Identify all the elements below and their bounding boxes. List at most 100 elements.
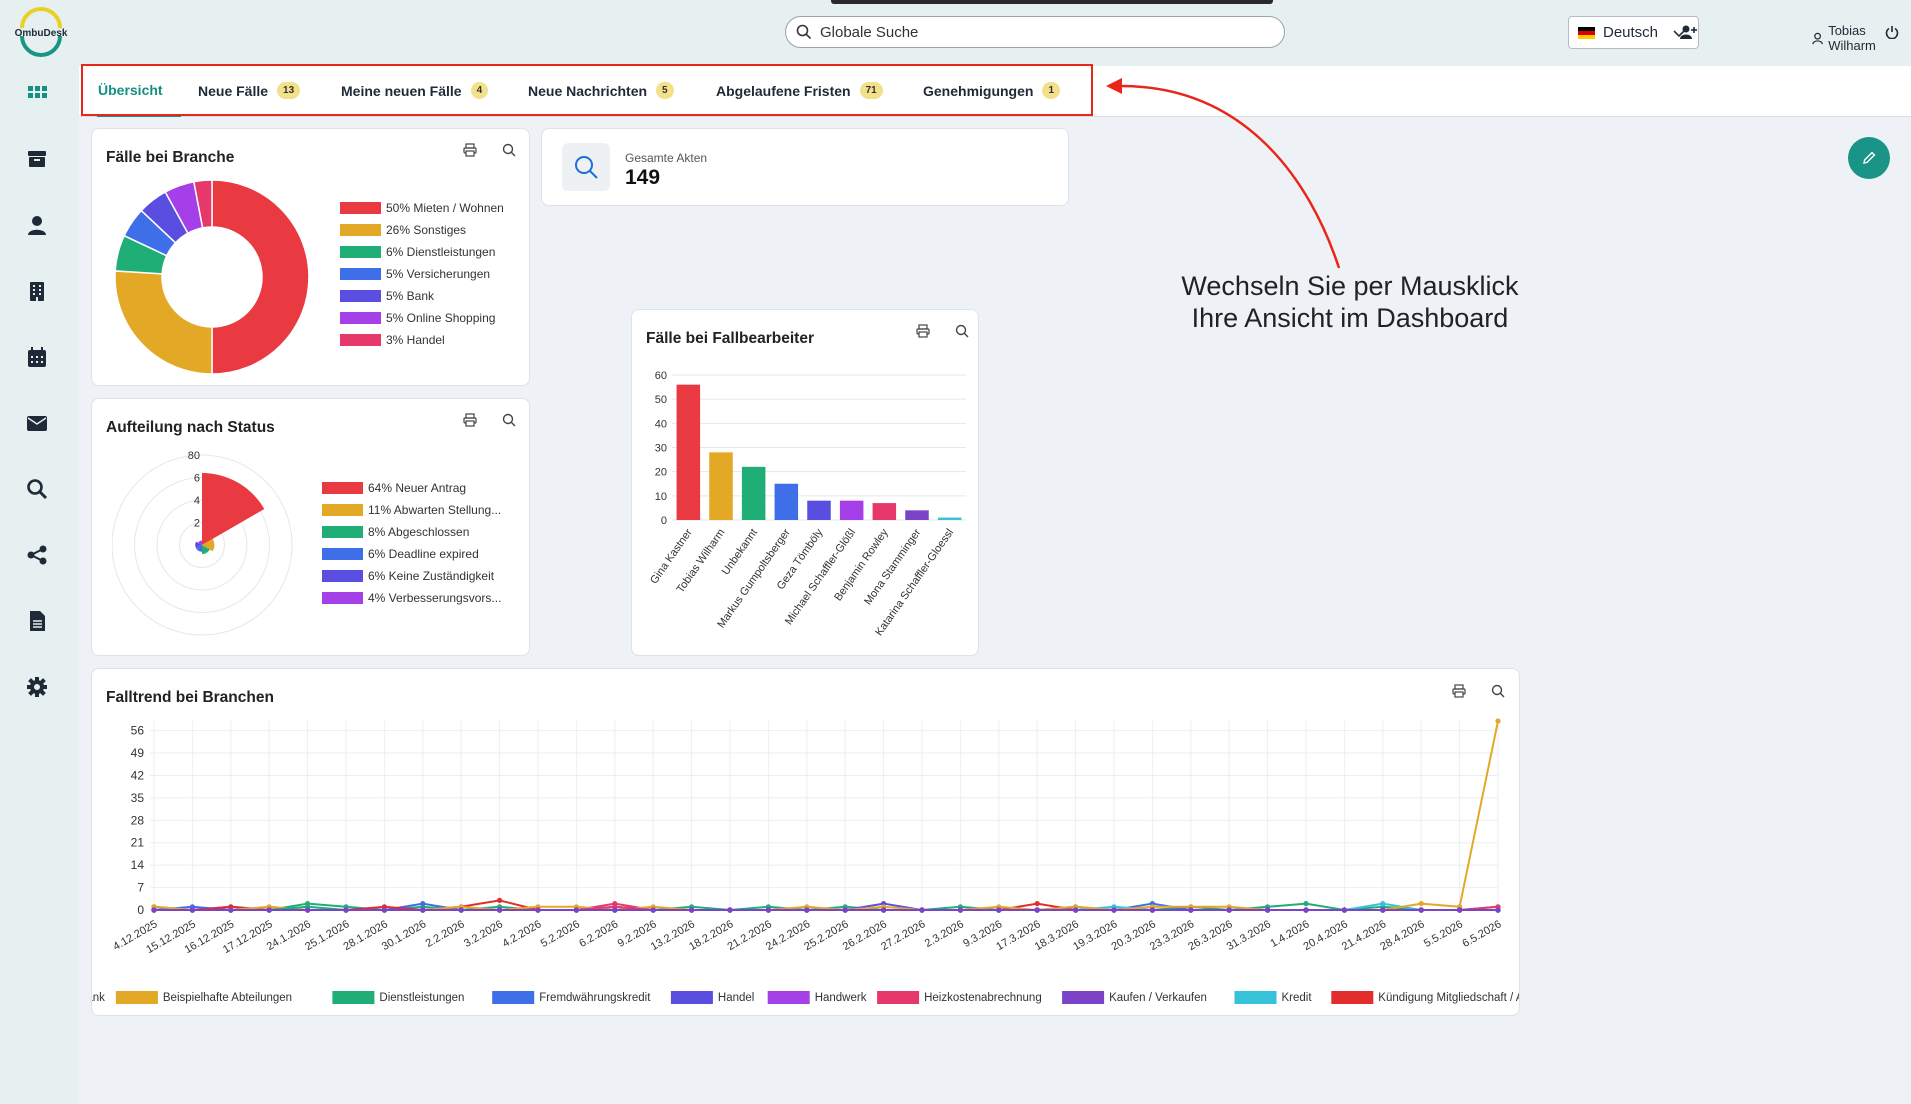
data-point[interactable] bbox=[996, 907, 1002, 913]
print-icon[interactable] bbox=[461, 141, 479, 159]
data-point[interactable] bbox=[1265, 907, 1271, 913]
legend-item[interactable]: Fremdwährungskredit bbox=[492, 991, 651, 1004]
data-point[interactable] bbox=[1303, 900, 1309, 907]
edit-button[interactable] bbox=[1848, 137, 1890, 179]
data-point[interactable] bbox=[1495, 718, 1501, 724]
add-user-icon[interactable] bbox=[1678, 22, 1698, 42]
legend-item[interactable]: 4% Verbesserungsvors... bbox=[322, 591, 501, 605]
legend-item[interactable]: Heizkostenabrechnung bbox=[877, 991, 1042, 1004]
data-point[interactable] bbox=[689, 907, 695, 913]
legend-item[interactable]: Kündigung Mitgliedschaft / Abo bbox=[1331, 991, 1519, 1004]
tab-genehmigungen[interactable]: Genehmigungen 1 bbox=[923, 82, 1061, 99]
data-point[interactable] bbox=[1418, 900, 1424, 907]
polar-slice[interactable] bbox=[202, 473, 265, 545]
data-point[interactable] bbox=[1034, 900, 1040, 907]
data-point[interactable] bbox=[1188, 907, 1194, 913]
zoom-icon[interactable] bbox=[1489, 682, 1507, 700]
data-point[interactable] bbox=[1034, 907, 1040, 913]
gear-icon[interactable] bbox=[24, 674, 50, 700]
data-point[interactable] bbox=[765, 907, 772, 913]
data-point[interactable] bbox=[420, 907, 426, 913]
data-point[interactable] bbox=[881, 907, 887, 913]
donut-slice[interactable] bbox=[114, 270, 213, 375]
legend-item[interactable]: Dienstleistungen bbox=[332, 991, 464, 1004]
data-point[interactable] bbox=[1073, 907, 1079, 913]
data-point[interactable] bbox=[612, 907, 618, 913]
data-point[interactable] bbox=[1341, 907, 1347, 913]
donut-slice[interactable] bbox=[211, 179, 310, 375]
legend-item[interactable]: Kaufen / Verkaufen bbox=[1062, 991, 1207, 1004]
data-point[interactable] bbox=[1457, 907, 1463, 913]
data-point[interactable] bbox=[189, 907, 195, 913]
building-icon[interactable] bbox=[24, 278, 50, 304]
power-icon[interactable] bbox=[1882, 22, 1902, 42]
search-icon[interactable] bbox=[24, 476, 50, 502]
data-point[interactable] bbox=[458, 907, 464, 913]
tab-uebersicht[interactable]: Übersicht bbox=[98, 82, 163, 98]
zoom-icon[interactable] bbox=[953, 322, 971, 340]
data-point[interactable] bbox=[266, 907, 272, 913]
data-point[interactable] bbox=[151, 907, 157, 913]
zoom-icon[interactable] bbox=[500, 141, 518, 159]
archive-icon[interactable] bbox=[24, 146, 50, 172]
data-point[interactable] bbox=[727, 907, 733, 913]
data-point[interactable] bbox=[919, 907, 925, 913]
bar[interactable] bbox=[741, 466, 766, 520]
data-point[interactable] bbox=[573, 907, 579, 913]
data-point[interactable] bbox=[1303, 907, 1309, 913]
ombudesk-logo[interactable]: OmbuDesk bbox=[8, 6, 74, 58]
zoom-icon[interactable] bbox=[500, 411, 518, 429]
grid-icon[interactable] bbox=[24, 80, 50, 106]
bar[interactable] bbox=[676, 384, 701, 520]
legend-item[interactable]: Kredit bbox=[1234, 991, 1313, 1004]
legend-item[interactable]: Handwerk bbox=[767, 991, 867, 1004]
data-point[interactable] bbox=[842, 907, 848, 913]
tab-abgelaufene-fristen[interactable]: Abgelaufene Fristen 71 bbox=[716, 82, 883, 99]
data-point[interactable] bbox=[1418, 907, 1424, 913]
share-icon[interactable] bbox=[24, 542, 50, 568]
legend-item[interactable]: 5% Online Shopping bbox=[340, 311, 495, 325]
mail-icon[interactable] bbox=[24, 410, 50, 436]
series-line[interactable] bbox=[153, 720, 1499, 912]
tab-neue-nachrichten[interactable]: Neue Nachrichten 5 bbox=[528, 82, 674, 99]
data-point[interactable] bbox=[650, 907, 656, 913]
bar[interactable] bbox=[872, 503, 897, 520]
legend-item[interactable]: 5% Versicherungen bbox=[340, 267, 490, 281]
tab-neue-faelle[interactable]: Neue Fälle 13 bbox=[198, 82, 301, 99]
document-icon[interactable] bbox=[24, 608, 50, 634]
legend-item[interactable]: 8% Abgeschlossen bbox=[322, 525, 469, 539]
data-point[interactable] bbox=[497, 897, 503, 903]
legend-item[interactable]: Handel bbox=[670, 991, 754, 1004]
legend-item[interactable]: 64% Neuer Antrag bbox=[322, 481, 466, 495]
bar[interactable] bbox=[709, 452, 733, 520]
bar[interactable] bbox=[774, 483, 799, 520]
print-icon[interactable] bbox=[1450, 682, 1468, 700]
global-search-input[interactable]: Globale Suche bbox=[785, 16, 1285, 48]
data-point[interactable] bbox=[343, 907, 349, 913]
data-point[interactable] bbox=[228, 907, 234, 913]
legend-item[interactable]: 6% Deadline expired bbox=[322, 547, 479, 561]
print-icon[interactable] bbox=[914, 322, 932, 340]
data-point[interactable] bbox=[804, 907, 810, 913]
legend-item[interactable]: 3% Handel bbox=[340, 333, 445, 347]
bar[interactable] bbox=[937, 517, 962, 520]
print-icon[interactable] bbox=[461, 411, 479, 429]
data-point[interactable] bbox=[1380, 900, 1386, 907]
bar[interactable] bbox=[807, 500, 831, 520]
legend-item[interactable]: 11% Abwarten Stellung... bbox=[322, 503, 501, 517]
user-icon[interactable] bbox=[24, 212, 50, 238]
legend-item[interactable]: 6% Dienstleistungen bbox=[340, 245, 495, 259]
bar[interactable] bbox=[839, 500, 864, 520]
data-point[interactable] bbox=[1495, 907, 1501, 913]
legend-item[interactable]: Beispielhafte Abteilungen bbox=[115, 991, 292, 1004]
legend-item[interactable]: 50% Mieten / Wohnen bbox=[340, 201, 504, 215]
legend-item[interactable]: 26% Sonstiges bbox=[340, 223, 466, 237]
data-point[interactable] bbox=[1111, 907, 1117, 913]
data-point[interactable] bbox=[1226, 907, 1232, 913]
data-point[interactable] bbox=[420, 900, 426, 907]
data-point[interactable] bbox=[535, 907, 541, 913]
data-point[interactable] bbox=[1380, 907, 1386, 913]
data-point[interactable] bbox=[381, 907, 387, 913]
calendar-icon[interactable] bbox=[24, 344, 50, 370]
data-point[interactable] bbox=[497, 907, 503, 913]
